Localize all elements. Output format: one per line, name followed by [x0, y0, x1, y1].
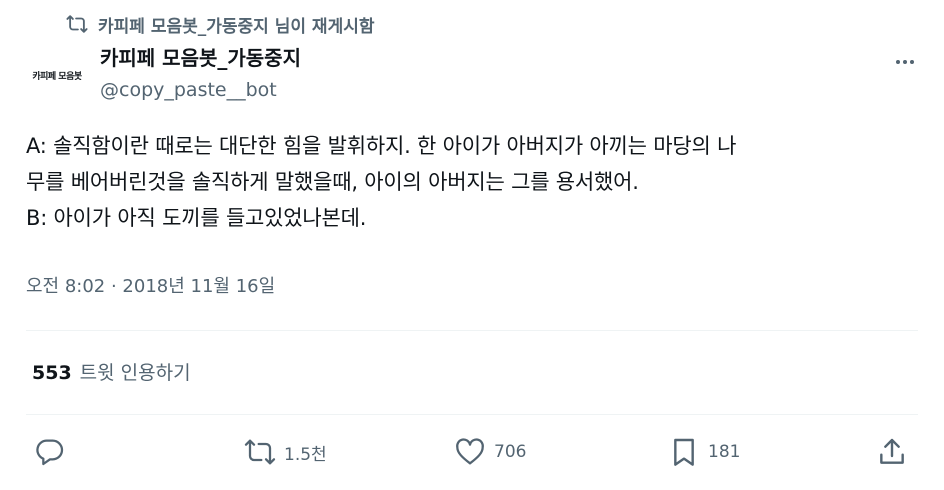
avatar-text: 카피페 모음봇 [32, 71, 82, 82]
timestamp[interactable]: 오전 8:02 · 2018년 11월 16일 [26, 272, 275, 302]
tweet-text: A: 솔직함이란 때로는 대단한 힘을 발휘하지. 한 아이가 아버지가 아끼는… [26, 128, 926, 236]
quote-count: 553 [32, 362, 72, 384]
like-button[interactable]: 706 [454, 434, 526, 470]
more-dot-icon [903, 60, 907, 64]
author-info[interactable]: 카피페 모음봇_가동중지 @copy_paste__bot [100, 44, 301, 104]
more-options-button[interactable] [890, 52, 920, 72]
share-icon [880, 438, 904, 464]
retweet-context[interactable]: 카피페 모음봇_가동중지 님이 재게시함 [66, 12, 375, 37]
quote-label: 트윗 인용하기 [79, 362, 191, 384]
retweet-icon [66, 13, 88, 35]
bookmark-button[interactable]: 181 [668, 434, 740, 470]
divider [26, 330, 918, 331]
share-button[interactable] [876, 434, 916, 470]
avatar[interactable]: 카피페 모음봇 [26, 52, 88, 98]
divider [26, 414, 918, 415]
retweet-button[interactable]: 1.5천 [244, 434, 327, 470]
more-dot-icon [896, 60, 900, 64]
tweet-line: A: 솔직함이란 때로는 대단한 힘을 발휘하지. 한 아이가 아버지가 아끼는… [26, 134, 737, 158]
tweet-line: 무를 베어버린것을 솔직하게 말했을때, 아이의 아버지는 그를 용서했어. [26, 170, 639, 194]
tweet-detail: 카피페 모음봇_가동중지 님이 재게시함 카피페 모음봇 카피페 모음봇_가동중… [0, 0, 944, 490]
reply-button[interactable] [34, 434, 74, 470]
quote-tweets-link[interactable]: 553 트윗 인용하기 [32, 358, 191, 388]
retweet-icon [244, 439, 276, 465]
retweet-count: 1.5천 [284, 444, 327, 465]
reply-icon [36, 439, 64, 466]
display-name[interactable]: 카피페 모음봇_가동중지 [100, 44, 301, 72]
bookmark-count: 181 [708, 442, 741, 462]
handle[interactable]: @copy_paste__bot [100, 76, 301, 104]
like-count: 706 [494, 442, 527, 462]
more-dot-icon [910, 60, 914, 64]
tweet-line: B: 아이가 아직 도끼를 들고있었나본데. [26, 206, 367, 230]
bookmark-icon [674, 438, 694, 466]
retweet-context-text: 카피페 모음봇_가동중지 님이 재게시함 [98, 16, 375, 37]
heart-icon [456, 438, 484, 465]
